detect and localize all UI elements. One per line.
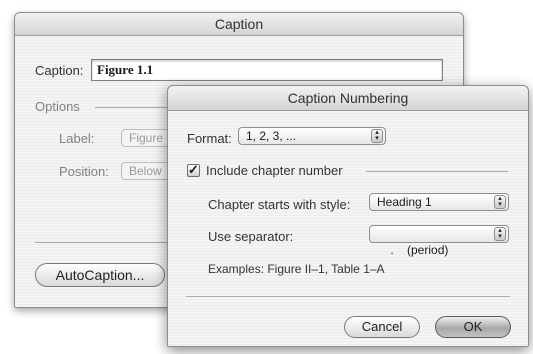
chapter-style-popup-arrows-icon: ▴ ▾ <box>494 195 506 209</box>
chapter-group-divider <box>366 171 508 172</box>
caption-numbering-dialog: Caption Numbering Format: 1, 2, 3, ... ▴… <box>167 85 529 347</box>
caption-label: Caption: <box>35 63 84 78</box>
caption-bottom-divider <box>35 242 185 243</box>
options-divider <box>95 107 175 108</box>
caption-dialog-title: Caption <box>15 13 463 36</box>
caption-numbering-title: Caption Numbering <box>168 86 528 111</box>
options-group-label: Options <box>35 99 80 114</box>
position-popup-value: Below <box>129 164 162 178</box>
chapter-style-label: Chapter starts with style: <box>208 197 351 212</box>
label-popup-value: Figure <box>129 131 164 145</box>
numbering-bottom-divider <box>186 296 510 297</box>
separator-popup[interactable]: . (period) ▴ ▾ <box>369 225 509 257</box>
separator-popup-arrows-icon: ▴ ▾ <box>494 227 506 241</box>
cancel-button[interactable]: Cancel <box>344 316 420 338</box>
format-popup[interactable]: 1, 2, 3, ... ▴ ▾ <box>238 127 386 145</box>
include-chapter-label: Include chapter number <box>206 163 343 178</box>
format-popup-arrows-icon: ▴ ▾ <box>371 129 383 143</box>
position-label: Position: <box>59 164 109 179</box>
checkmark-icon: ✓ <box>188 162 199 177</box>
separator-popup-value: . (period) <box>390 243 449 257</box>
include-chapter-checkbox[interactable]: ✓ <box>187 162 200 177</box>
chapter-style-popup[interactable]: Heading 1 ▴ ▾ <box>369 193 509 211</box>
caption-input[interactable]: Figure 1.1 <box>91 59 443 81</box>
label-label: Label: <box>59 131 95 146</box>
autocaption-button[interactable]: AutoCaption... <box>35 263 165 287</box>
format-popup-value: 1, 2, 3, ... <box>246 129 297 143</box>
separator-label: Use separator: <box>208 229 294 244</box>
chapter-style-popup-value: Heading 1 <box>377 195 432 209</box>
format-label: Format: <box>187 131 232 146</box>
examples-text: Examples: Figure II–1, Table 1–A <box>208 262 385 276</box>
ok-button[interactable]: OK <box>435 316 511 338</box>
